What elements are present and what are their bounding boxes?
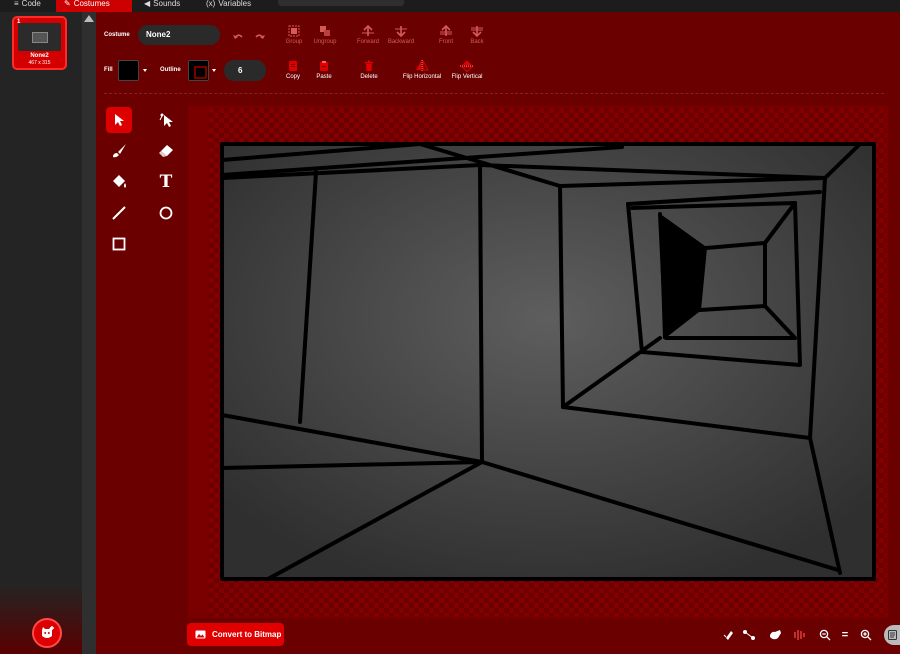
tab-sounds[interactable]: ◀ Sounds bbox=[136, 0, 196, 12]
flip-vertical-button[interactable]: Flip Vertical bbox=[447, 60, 487, 80]
fill-tool[interactable] bbox=[106, 169, 132, 195]
reshape-pointer-icon bbox=[159, 113, 173, 127]
delete-button[interactable]: Delete bbox=[352, 60, 386, 80]
image-icon bbox=[195, 630, 206, 639]
costume-name-input[interactable]: None2 bbox=[138, 25, 220, 45]
tab-bar-field[interactable] bbox=[278, 0, 404, 6]
rectangle-icon bbox=[112, 237, 126, 251]
eraser-tool[interactable] bbox=[153, 138, 179, 164]
convert-to-bitmap-button[interactable]: Convert to Bitmap bbox=[187, 623, 284, 646]
zoom-in-icon[interactable] bbox=[859, 628, 873, 642]
brush-icon: ✎ bbox=[64, 0, 71, 8]
paint-bucket-icon bbox=[113, 175, 126, 188]
group-icon bbox=[288, 25, 300, 37]
circle-tool[interactable] bbox=[153, 200, 179, 226]
cat-add-icon bbox=[42, 626, 54, 638]
hallway-drawing bbox=[220, 142, 876, 581]
costume-tile[interactable]: 1 None2 467 x 315 bbox=[12, 16, 67, 70]
brush-tool[interactable] bbox=[106, 138, 132, 164]
choose-costume-button[interactable] bbox=[32, 618, 62, 648]
fill-label: Fill bbox=[104, 67, 113, 73]
paste-button[interactable]: Paste bbox=[307, 60, 341, 80]
tab-variables[interactable]: (x) Variables bbox=[198, 0, 268, 12]
flip-vertical-icon bbox=[460, 60, 474, 72]
fill-color-swatch[interactable] bbox=[118, 60, 139, 81]
paint-canvas[interactable] bbox=[209, 108, 886, 616]
text-icon: T bbox=[159, 172, 173, 192]
group-button[interactable]: Group bbox=[277, 25, 311, 45]
zoom-reset-button[interactable]: = bbox=[838, 628, 852, 642]
rectangle-tool[interactable] bbox=[106, 231, 132, 257]
undo-icon[interactable] bbox=[232, 29, 244, 47]
trash-icon bbox=[365, 60, 373, 71]
copy-button[interactable]: Copy bbox=[276, 60, 310, 80]
scroll-up-arrow-icon[interactable] bbox=[84, 15, 94, 22]
costume-thumbnail bbox=[18, 23, 61, 51]
eraser-icon bbox=[159, 145, 173, 157]
backward-button[interactable]: Backward bbox=[384, 25, 418, 45]
paintbrush-icon bbox=[113, 144, 126, 158]
costume-list-scrollbar[interactable] bbox=[82, 12, 96, 654]
ungroup-icon bbox=[320, 26, 330, 36]
toolbar-divider bbox=[104, 93, 884, 94]
variables-icon: (x) bbox=[206, 0, 216, 8]
forward-button[interactable]: Forward bbox=[351, 25, 385, 45]
snap-icon[interactable] bbox=[742, 628, 756, 642]
speaker-icon: ◀ bbox=[144, 0, 151, 8]
magnet-icon[interactable] bbox=[722, 628, 736, 642]
flip-horizontal-icon bbox=[416, 60, 429, 72]
help-icon[interactable] bbox=[884, 625, 900, 645]
tab-code[interactable]: ≡ Code bbox=[6, 0, 56, 12]
outline-color-swatch[interactable] bbox=[188, 60, 209, 81]
front-button[interactable]: Front bbox=[429, 25, 463, 45]
line-icon bbox=[112, 206, 126, 220]
forward-icon bbox=[362, 25, 374, 36]
line-tool[interactable] bbox=[106, 200, 132, 226]
back-icon bbox=[471, 26, 483, 37]
back-button[interactable]: Back bbox=[460, 25, 494, 45]
flip-horizontal-button[interactable]: Flip Horizontal bbox=[397, 60, 447, 80]
circle-icon bbox=[159, 206, 173, 220]
front-icon bbox=[440, 25, 452, 36]
paste-icon bbox=[320, 61, 328, 71]
costume-label: Costume bbox=[104, 32, 130, 38]
redo-icon[interactable] bbox=[254, 29, 266, 47]
waveform-icon[interactable] bbox=[792, 628, 806, 642]
paint-toolbar bbox=[96, 12, 900, 94]
fill-dropdown-icon[interactable] bbox=[143, 69, 147, 72]
copy-icon bbox=[289, 61, 297, 71]
costume-tile-size: 467 x 315 bbox=[28, 60, 51, 66]
costume-tile-name: None2 bbox=[30, 53, 49, 59]
ungroup-button[interactable]: Ungroup bbox=[308, 25, 342, 45]
backward-icon bbox=[395, 26, 407, 37]
arrow-pointer-icon bbox=[115, 114, 124, 126]
code-icon: ≡ bbox=[14, 0, 19, 8]
reshape-tool[interactable] bbox=[153, 107, 179, 133]
text-tool[interactable]: T bbox=[153, 169, 179, 195]
zoom-out-icon[interactable] bbox=[818, 628, 832, 642]
costume-list bbox=[0, 12, 82, 654]
outline-dropdown-icon[interactable] bbox=[212, 69, 216, 72]
select-tool[interactable] bbox=[106, 107, 132, 133]
outline-label: Outline bbox=[160, 67, 181, 73]
tab-costumes[interactable]: ✎ Costumes bbox=[56, 0, 132, 12]
hand-icon[interactable] bbox=[768, 628, 782, 642]
outline-width-input[interactable]: 6 bbox=[224, 60, 266, 81]
editor-tab-bar: ≡ Code ✎ Costumes ◀ Sounds (x) Variables bbox=[0, 0, 900, 12]
